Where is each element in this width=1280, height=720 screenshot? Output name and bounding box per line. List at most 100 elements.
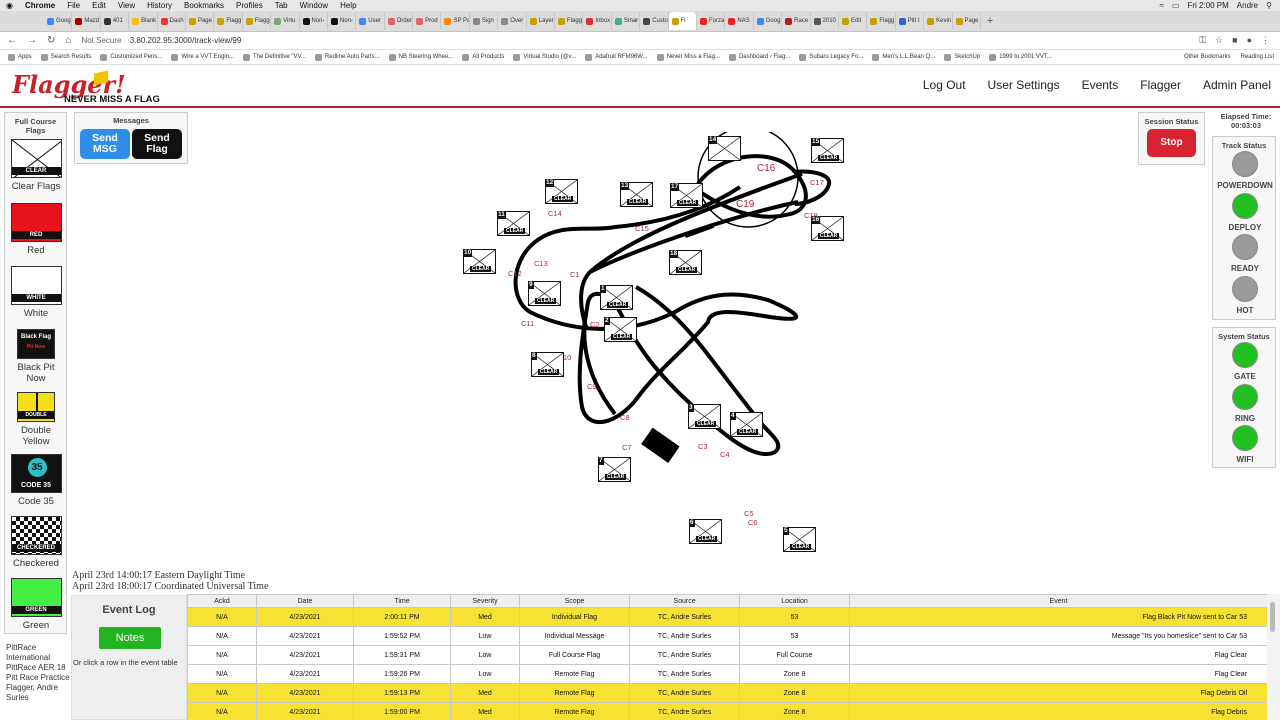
flag-station-1[interactable]: 1 CLEAR — [600, 285, 633, 310]
flag-station-18[interactable]: 18 CLEAR — [669, 250, 702, 275]
flag-station-11[interactable]: 11 CLEAR — [497, 211, 530, 236]
menu-profiles[interactable]: Profiles — [236, 1, 263, 10]
flag-station-2[interactable]: 2 CLEAR — [604, 317, 637, 342]
bookmark-item[interactable]: 1999 to 2001 VVT... — [989, 53, 1052, 61]
flag-station-5[interactable]: 5 CLEAR — [783, 527, 816, 552]
flag-station-6[interactable]: 6 CLEAR — [689, 519, 722, 544]
notes-button[interactable]: Notes — [99, 627, 161, 649]
bookmark-item[interactable]: Never Miss a Flag... — [656, 53, 720, 61]
col-scope[interactable]: Scope — [519, 594, 630, 608]
col-time[interactable]: Time — [353, 594, 451, 608]
send-flag-button[interactable]: Send Flag — [132, 129, 182, 159]
clock[interactable]: Fri 2:00 PM — [1187, 1, 1228, 10]
menu-bookmarks[interactable]: Bookmarks — [184, 1, 224, 10]
browser-tab[interactable]: Flagg — [214, 12, 243, 30]
table-row[interactable]: N/A 4/23/2021 1:59:00 PM Med Remote Flag TC, … — [187, 702, 1267, 720]
flag-clear-button[interactable]: CLEAR Clear Flags — [10, 139, 62, 192]
menu-help[interactable]: Help — [340, 1, 356, 10]
bookmark-item[interactable]: Redline Auto Parts... — [314, 53, 380, 61]
flag-double-yellow-button[interactable]: DOUBLE Double Yellow — [10, 392, 62, 447]
flag-station-14[interactable]: 14 — [708, 136, 741, 161]
bookmark-item[interactable]: Subaru Legacy Fo... — [799, 53, 863, 61]
browser-tab[interactable]: Goog — [754, 12, 783, 30]
flag-green-button[interactable]: GREEN Green — [10, 578, 62, 631]
browser-tab[interactable]: Page — [186, 12, 215, 30]
col-source[interactable]: Source — [629, 594, 740, 608]
battery-icon[interactable]: ▭ — [1172, 1, 1180, 10]
table-row[interactable]: N/A 4/23/2021 2:00:11 PM Med Individual Flag… — [187, 607, 1267, 627]
bookmark-item[interactable]: NB Steering Whee... — [388, 53, 453, 61]
browser-tab[interactable]: Custo — [640, 12, 669, 30]
menu-file[interactable]: File — [67, 1, 80, 10]
browser-tab[interactable]: Prod — [413, 12, 442, 30]
other-bookmarks[interactable]: Other Bookmarks — [1184, 54, 1231, 60]
col-ackd[interactable]: Ackd — [187, 594, 257, 608]
bookmark-item[interactable]: Dashboard ‹ Flag... — [728, 53, 790, 61]
bookmark-item[interactable]: The Definitive "VV... — [242, 53, 306, 61]
browser-tab[interactable]: Sign — [470, 12, 499, 30]
bookmark-item[interactable]: Apps — [8, 53, 32, 61]
nav-flagger[interactable]: Flagger — [1140, 78, 1181, 92]
flag-station-8[interactable]: 8 CLEAR — [531, 352, 564, 377]
menu-app-name[interactable]: Chrome — [25, 1, 55, 10]
browser-tab[interactable]: Flagg — [243, 12, 272, 30]
menu-history[interactable]: History — [147, 1, 172, 10]
menu-dots-icon[interactable]: ⋮ — [1261, 35, 1270, 46]
menu-edit[interactable]: Edit — [92, 1, 106, 10]
browser-tab[interactable]: SP Pa — [441, 12, 470, 30]
menu-window[interactable]: Window — [300, 1, 328, 10]
new-tab-icon[interactable]: + — [987, 15, 993, 27]
browser-tab[interactable]: Layer — [527, 12, 556, 30]
browser-tab[interactable]: Over — [498, 12, 527, 30]
browser-tab[interactable]: Edit — [839, 12, 868, 30]
flag-station-9[interactable]: 9 CLEAR — [528, 281, 561, 306]
browser-tab[interactable]: Flagg — [867, 12, 896, 30]
bookmark-item[interactable]: SketchUp — [944, 53, 980, 61]
stop-button[interactable]: Stop — [1147, 129, 1196, 157]
flag-checkered-button[interactable]: CHECKERED Checkered — [10, 516, 62, 569]
send-msg-button[interactable]: Send MSG — [80, 129, 130, 159]
col-event[interactable]: Event — [849, 594, 1267, 608]
browser-tab[interactable]: Blank — [129, 12, 158, 30]
col-location[interactable]: Location — [739, 594, 850, 608]
browser-tab[interactable]: 2010 — [811, 12, 839, 30]
flag-station-17[interactable]: 17 CLEAR — [670, 183, 703, 208]
browser-tab[interactable]: 401 — [101, 12, 130, 30]
flag-station-15[interactable]: 15 CLEAR — [811, 138, 844, 163]
browser-tab[interactable]: Flagg — [555, 12, 584, 30]
scrollbar-thumb[interactable] — [1270, 602, 1275, 632]
apple-icon[interactable]: ◉ — [6, 1, 13, 10]
menu-view[interactable]: View — [118, 1, 135, 10]
flag-black-pit-button[interactable]: Black Flag Pit Now Black Pit Now — [10, 329, 62, 384]
bookmark-item[interactable]: Wire a VVT Engin... — [171, 53, 234, 61]
col-severity[interactable]: Severity — [450, 594, 520, 608]
home-icon[interactable]: ⌂ — [65, 35, 71, 46]
browser-tab[interactable]: Race — [782, 12, 811, 30]
flagger-logo[interactable]: Flagger! NEVER MISS A FLAG — [12, 70, 162, 105]
browser-tab[interactable]: Forza — [697, 12, 726, 30]
table-row[interactable]: N/A 4/23/2021 1:59:13 PM Med Remote Flag TC, … — [187, 683, 1267, 703]
browser-tab[interactable]: Virtu — [271, 12, 300, 30]
url-field[interactable]: Not Secure 3.80.202.95:3000/track-view/9… — [81, 36, 241, 45]
table-row[interactable]: N/A 4/23/2021 1:59:26 PM Low Remote Flag TC, … — [187, 664, 1267, 684]
nav-events[interactable]: Events — [1082, 78, 1119, 92]
flag-station-7[interactable]: 7 CLEAR — [598, 457, 631, 482]
search-icon[interactable]: ⚲ — [1266, 1, 1272, 10]
bookmark-item[interactable]: Customized Pens... — [100, 53, 162, 61]
star-icon[interactable]: ☆ — [1215, 35, 1223, 46]
browser-tab[interactable]: Inbox — [583, 12, 612, 30]
flag-red-button[interactable]: RED Red — [10, 203, 62, 256]
table-row[interactable]: N/A 4/23/2021 1:59:52 PM Low Individual Mess… — [187, 626, 1267, 646]
flag-station-4[interactable]: 4 CLEAR — [730, 412, 763, 437]
wifi-icon[interactable]: ≈ — [1159, 1, 1163, 10]
back-icon[interactable]: ← — [7, 35, 17, 46]
bookmark-item[interactable]: Men's L.L.Bean Q... — [872, 53, 935, 61]
nav-admin-panel[interactable]: Admin Panel — [1203, 78, 1271, 92]
reload-icon[interactable]: ↻ — [47, 35, 55, 46]
browser-tab[interactable]: Non- — [300, 12, 328, 30]
bookmark-item[interactable]: Adafruit RFM96W... — [585, 53, 648, 61]
browser-tab[interactable]: Non- — [328, 12, 357, 30]
browser-tab[interactable]: Mazd — [72, 12, 101, 30]
browser-tab[interactable]: Goog — [44, 12, 73, 30]
profile-icon[interactable]: ● — [1247, 35, 1252, 46]
